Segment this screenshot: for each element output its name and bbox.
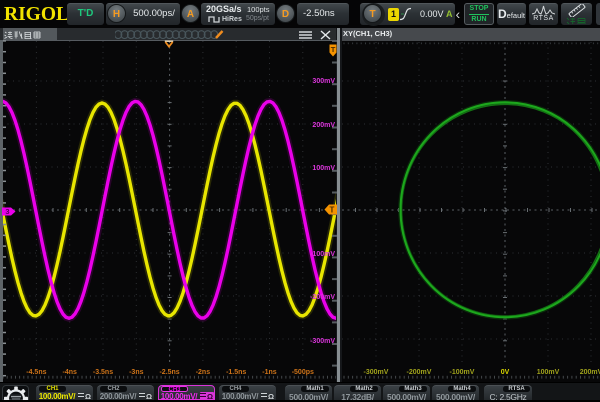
- svg-text:3: 3: [5, 207, 9, 216]
- svg-text:T: T: [330, 205, 335, 214]
- svg-text:T: T: [330, 45, 335, 54]
